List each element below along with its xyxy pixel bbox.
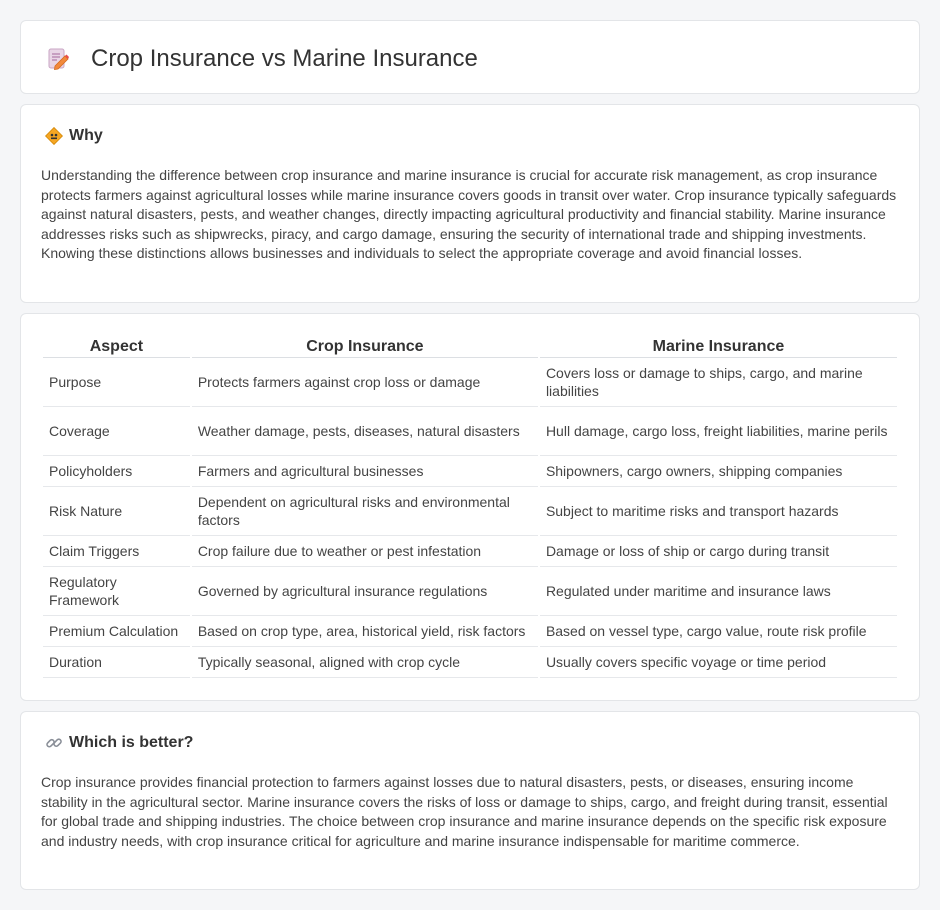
crop-cell: Farmers and agricultural businesses [191, 456, 538, 487]
header-crop-insurance: Crop Insurance [191, 336, 538, 358]
marine-cell: Subject to maritime risks and transport … [539, 487, 897, 536]
warning-sign-icon [45, 127, 63, 145]
crop-cell: Based on crop type, area, historical yie… [191, 616, 538, 647]
table-row: Duration Typically seasonal, aligned wit… [43, 647, 897, 678]
link-icon [46, 738, 62, 748]
table-row: Policyholders Farmers and agricultural b… [43, 456, 897, 487]
table-row: Purpose Protects farmers against crop lo… [43, 358, 897, 407]
why-heading: Why [69, 127, 103, 144]
marine-cell: Covers loss or damage to ships, cargo, a… [539, 358, 897, 407]
aspect-cell: Claim Triggers [43, 536, 190, 567]
comparison-section: Aspect Crop Insurance Marine Insurance P… [20, 313, 920, 701]
comparison-table: Aspect Crop Insurance Marine Insurance P… [41, 336, 899, 678]
why-text: Understanding the difference between cro… [41, 167, 897, 261]
why-heading-row: Why [45, 127, 103, 145]
crop-cell: Protects farmers against crop loss or da… [191, 358, 538, 407]
crop-cell: Typically seasonal, aligned with crop cy… [191, 647, 538, 678]
title-card: Crop Insurance vs Marine Insurance [20, 20, 920, 94]
aspect-cell: Purpose [43, 358, 190, 407]
aspect-cell: Risk Nature [43, 487, 190, 536]
crop-cell: Weather damage, pests, diseases, natural… [191, 407, 538, 456]
crop-cell: Crop failure due to weather or pest infe… [191, 536, 538, 567]
better-text: Crop insurance provides financial protec… [41, 774, 888, 849]
table-row: Regulatory Framework Governed by agricul… [43, 567, 897, 616]
header-marine-insurance: Marine Insurance [539, 336, 897, 358]
pencil-document-icon [48, 48, 69, 70]
table-header-row: Aspect Crop Insurance Marine Insurance [43, 336, 897, 358]
table-row: Claim Triggers Crop failure due to weath… [43, 536, 897, 567]
marine-cell: Based on vessel type, cargo value, route… [539, 616, 897, 647]
table-row: Coverage Weather damage, pests, diseases… [43, 407, 897, 456]
marine-cell: Hull damage, cargo loss, freight liabili… [539, 407, 897, 456]
aspect-cell: Coverage [43, 407, 190, 456]
table-row: Risk Nature Dependent on agricultural ri… [43, 487, 897, 536]
marine-cell: Damage or loss of ship or cargo during t… [539, 536, 897, 567]
better-heading-row: Which is better? [45, 734, 193, 752]
aspect-cell: Policyholders [43, 456, 190, 487]
why-section: Why Understanding the difference between… [20, 104, 920, 303]
crop-cell: Governed by agricultural insurance regul… [191, 567, 538, 616]
which-is-better-section: Which is better? Crop insurance provides… [20, 711, 920, 890]
header-aspect: Aspect [43, 336, 190, 358]
page-title: Crop Insurance vs Marine Insurance [91, 45, 478, 72]
aspect-cell: Duration [43, 647, 190, 678]
crop-cell: Dependent on agricultural risks and envi… [191, 487, 538, 536]
table-row: Premium Calculation Based on crop type, … [43, 616, 897, 647]
aspect-cell: Regulatory Framework [43, 567, 190, 616]
marine-cell: Regulated under maritime and insurance l… [539, 567, 897, 616]
marine-cell: Usually covers specific voyage or time p… [539, 647, 897, 678]
aspect-cell: Premium Calculation [43, 616, 190, 647]
better-heading: Which is better? [69, 734, 194, 751]
marine-cell: Shipowners, cargo owners, shipping compa… [539, 456, 897, 487]
